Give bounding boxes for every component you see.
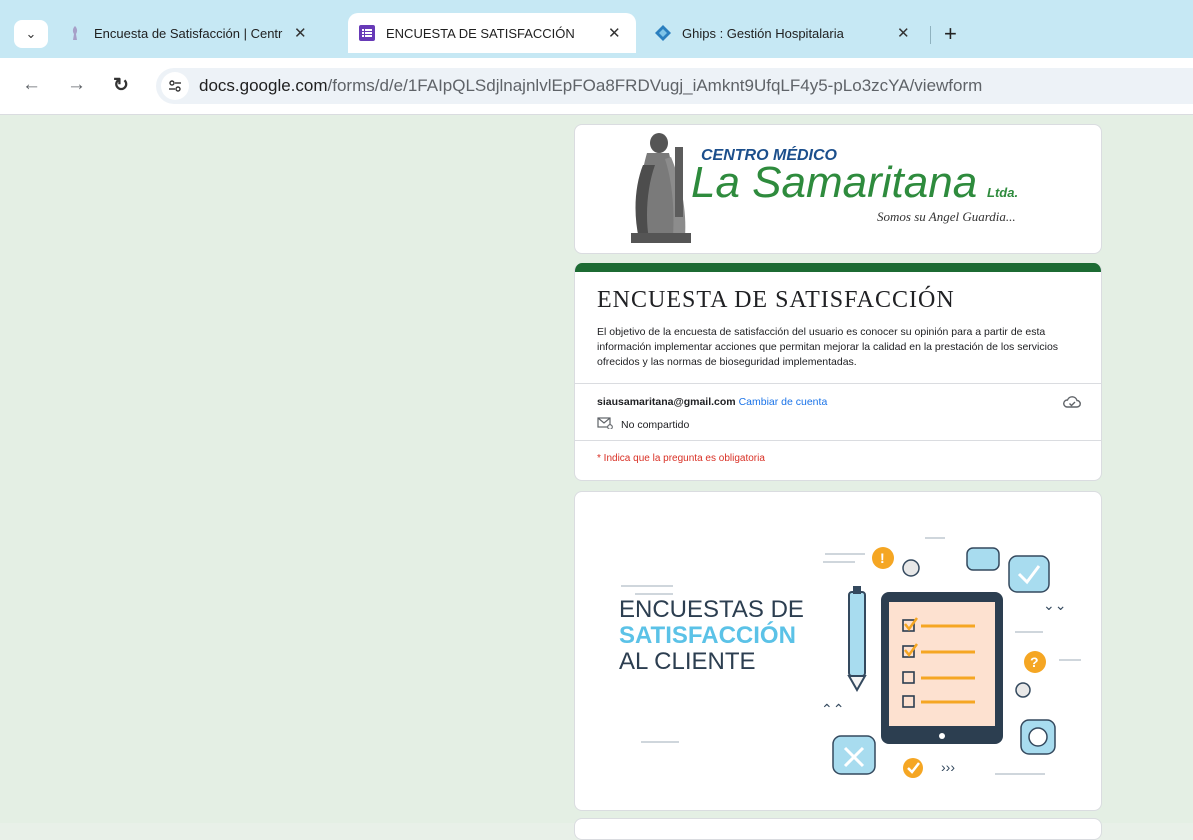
forward-arrow-icon[interactable]: →	[67, 74, 86, 96]
browser-tab-strip: ⌄ Encuesta de Satisfacción | Centr ✕ ENC…	[0, 0, 1193, 58]
form-title: ENCUESTA DE SATISFACCIÓN	[597, 287, 955, 313]
check-bubble-icon	[1008, 555, 1050, 593]
question-glyph: ?	[1030, 654, 1039, 670]
url-text: docs.google.com/forms/d/e/1FAIpQLSdjlnaj…	[199, 76, 982, 96]
not-shared-label: No compartido	[621, 418, 690, 431]
site-settings-icon[interactable]	[161, 72, 189, 100]
tab-title: ENCUESTA DE SATISFACCIÓN	[386, 25, 575, 41]
address-bar[interactable]: docs.google.com/forms/d/e/1FAIpQLSdjlnaj…	[156, 68, 1193, 104]
check-circle-icon	[903, 758, 923, 778]
url-host: docs.google.com	[199, 76, 328, 95]
chevrons-right-icon: ›››	[941, 759, 955, 775]
cloud-save-icon	[1063, 395, 1081, 412]
la-samaritana-logo: CENTRO MÉDICO La Samaritana Ltda. Somos …	[631, 133, 1018, 243]
tablet-icon	[881, 592, 1003, 744]
back-arrow-icon[interactable]: ←	[22, 74, 41, 96]
next-question-card	[574, 818, 1102, 840]
ghips-favicon-icon	[654, 24, 672, 42]
mail-icon	[597, 417, 613, 432]
banner-image-card: ENCUESTAS DE SATISFACCIÓN AL CLIENTE ! ?…	[574, 491, 1102, 811]
tab-title: Encuesta de Satisfacción | Centr	[94, 25, 283, 41]
angel-favicon-icon	[66, 24, 84, 42]
account-email: siausamaritana@gmail.com	[597, 396, 736, 408]
tab-search-button[interactable]: ⌄	[14, 20, 48, 48]
banner-line2: SATISFACCIÓN	[619, 621, 796, 649]
logo-line2: La Samaritana	[691, 158, 977, 207]
statue-figure	[631, 133, 691, 243]
tab-separator	[930, 26, 931, 44]
exclamation-glyph: !	[880, 550, 885, 566]
tab-encuesta-form[interactable]: ENCUESTA DE SATISFACCIÓN ✕	[348, 13, 636, 53]
theme-top-bar	[575, 263, 1101, 272]
pen-icon	[847, 586, 867, 693]
form-header-card: ENCUESTA DE SATISFACCIÓN El objetivo de …	[574, 263, 1102, 481]
account-info: siausamaritana@gmail.com Cambiar de cuen…	[597, 396, 827, 408]
url-path: /forms/d/e/1FAIpQLSdjlnajnlvlEpFOa8FRDVu…	[327, 76, 983, 95]
divider	[575, 383, 1101, 384]
close-icon[interactable]: ✕	[294, 24, 307, 42]
not-shared-row: No compartido	[597, 417, 689, 432]
forms-favicon-icon	[358, 24, 376, 42]
banner-line3: AL CLIENTE	[619, 648, 756, 675]
tab-encuesta-centro[interactable]: Encuesta de Satisfacción | Centr ✕	[66, 13, 338, 53]
minus-circle-icon	[902, 559, 920, 577]
tab-ghips[interactable]: Ghips : Gestión Hospitalaria ✕	[654, 13, 924, 53]
banner-line1: ENCUESTAS DE	[619, 596, 804, 623]
browser-toolbar: ← → ↻ docs.google.com/forms/d/e/1FAIpQLS…	[0, 58, 1193, 115]
divider	[575, 440, 1101, 441]
chat-bubble-icon	[966, 547, 1000, 571]
chevrons-up-icon: ⌃⌃	[821, 701, 844, 717]
new-tab-button[interactable]: +	[944, 21, 957, 47]
logo-suffix: Ltda.	[987, 185, 1018, 200]
switch-account-link[interactable]: Cambiar de cuenta	[739, 396, 828, 408]
header-image-card: CENTRO MÉDICO La Samaritana Ltda. Somos …	[574, 124, 1102, 254]
tab-title: Ghips : Gestión Hospitalaria	[682, 25, 844, 41]
satisfaction-survey-illustration: ENCUESTAS DE SATISFACCIÓN AL CLIENTE ! ?…	[619, 537, 1081, 778]
form-description: El objetivo de la encuesta de satisfacci…	[597, 326, 1059, 368]
chevron-down-icon: ⌄	[25, 26, 37, 41]
close-icon[interactable]: ✕	[897, 24, 910, 42]
chevrons-down-icon: ⌄⌄	[1043, 597, 1066, 613]
reload-icon[interactable]: ↻	[113, 74, 129, 97]
close-icon[interactable]: ✕	[608, 24, 621, 42]
logo-tagline: Somos su Angel Guardia...	[877, 209, 1016, 224]
required-note: * Indica que la pregunta es obligatoria	[597, 453, 765, 464]
plus-circle-icon	[1015, 682, 1031, 698]
